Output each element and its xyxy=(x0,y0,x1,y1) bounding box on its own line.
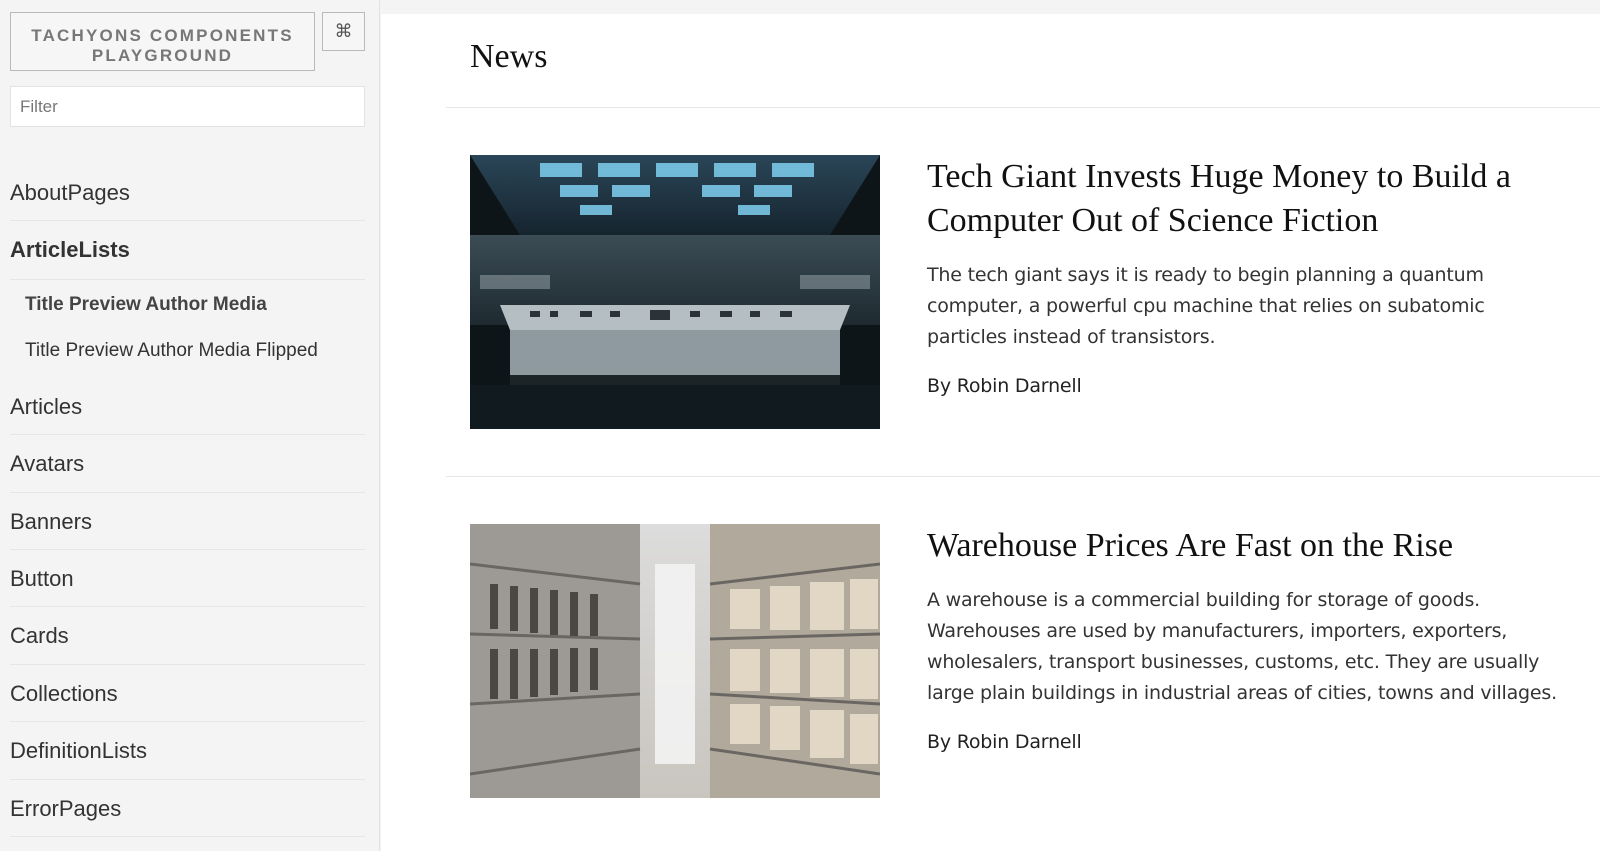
divider xyxy=(446,476,1600,477)
article-author: By Robin Darnell xyxy=(927,375,1082,397)
nav-item-articlelists[interactable]: ArticleLists xyxy=(10,221,365,278)
nav-item-banners[interactable]: Banners xyxy=(10,493,365,550)
sub-item-title-preview-author-media-flipped[interactable]: Title Preview Author Media Flipped xyxy=(10,328,365,374)
warehouse-image xyxy=(470,524,880,798)
article-body: Tech Giant Invests Huge Money to Build a… xyxy=(927,155,1567,397)
page-title: News xyxy=(470,38,548,75)
title-line-1: TACHYONS COMPONENTS xyxy=(31,26,294,45)
component-nav: AboutPages ArticleLists Title Preview Au… xyxy=(10,164,365,837)
title-line-2: PLAYGROUND xyxy=(91,46,234,65)
sub-nav: Title Preview Author Media Title Preview… xyxy=(10,278,365,378)
nav-item-errorpages[interactable]: ErrorPages xyxy=(10,780,365,837)
nav-item-cards[interactable]: Cards xyxy=(10,607,365,665)
filter-input[interactable] xyxy=(10,86,365,127)
nav-subgroup-articlelists: Title Preview Author Media Title Preview… xyxy=(10,278,365,378)
nav-item-definitionlists[interactable]: DefinitionLists xyxy=(10,722,365,780)
nav-item-button[interactable]: Button xyxy=(10,550,365,608)
nav-item-articles[interactable]: Articles xyxy=(10,378,365,436)
sub-item-title-preview-author-media[interactable]: Title Preview Author Media xyxy=(10,282,365,328)
playground-title-button[interactable]: TACHYONS COMPONENTS PLAYGROUND xyxy=(10,12,315,71)
nav-item-avatars[interactable]: Avatars xyxy=(10,435,365,493)
nav-item-aboutpages[interactable]: AboutPages xyxy=(10,164,365,222)
sidebar: TACHYONS COMPONENTS PLAYGROUND ⌘ AboutPa… xyxy=(0,0,380,851)
article-preview: The tech giant says it is ready to begin… xyxy=(927,264,1485,348)
nav-item-collections[interactable]: Collections xyxy=(10,665,365,723)
control-room-image xyxy=(470,155,880,429)
article-preview: A warehouse is a commercial building for… xyxy=(927,589,1557,704)
preview-pane: News Tech Giant Invests Huge Money to Bu… xyxy=(381,14,1600,851)
article-title[interactable]: Warehouse Prices Are Fast on the Rise xyxy=(927,524,1567,568)
article-title[interactable]: Tech Giant Invests Huge Money to Build a… xyxy=(927,155,1567,243)
article-body: Warehouse Prices Are Fast on the Rise A … xyxy=(927,524,1567,753)
command-icon[interactable]: ⌘ xyxy=(322,12,365,51)
article-author: By Robin Darnell xyxy=(927,731,1082,753)
divider xyxy=(446,107,1600,108)
